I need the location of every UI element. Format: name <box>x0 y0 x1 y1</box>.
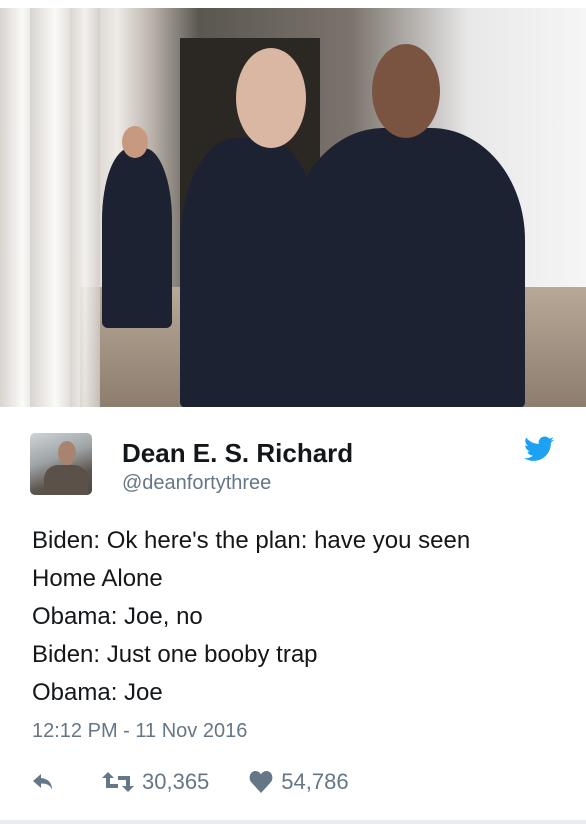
tweet-line: Biden: Just one booby trap <box>32 641 318 668</box>
photo-person-obama <box>290 128 525 407</box>
bottom-divider <box>0 820 586 824</box>
tweet-line: Home Alone <box>32 565 163 592</box>
retweet-count: 30,365 <box>142 769 210 794</box>
retweet-icon <box>102 772 134 792</box>
action-bar: 30,365 54,786 <box>32 768 349 796</box>
tweet-line: Obama: Joe, no <box>32 603 203 630</box>
avatar[interactable] <box>30 433 92 495</box>
timestamp[interactable]: 12:12 PM - 11 Nov 2016 <box>32 720 247 743</box>
author-name[interactable]: Dean E. S. Richard <box>122 438 353 469</box>
photo-person-background <box>102 148 172 328</box>
like-button[interactable]: 54,786 <box>249 769 349 795</box>
tweet-line: Obama: Joe <box>32 679 163 706</box>
tweet-photo[interactable] <box>0 8 586 407</box>
retweet-button[interactable]: 30,365 <box>102 769 209 795</box>
photo-head <box>122 126 148 158</box>
tweet-line: Biden: Ok here's the plan: have you seen <box>32 527 471 554</box>
author-handle[interactable]: @deanfortythree <box>122 472 271 495</box>
photo-head <box>372 44 440 138</box>
photo-head <box>236 48 306 148</box>
like-count: 54,786 <box>281 769 349 794</box>
tweet-text: Biden: Ok here's the plan: have you seen… <box>32 522 470 712</box>
heart-icon <box>249 771 273 793</box>
photo-column <box>70 8 100 407</box>
reply-icon[interactable] <box>32 772 56 792</box>
twitter-bird-icon <box>524 436 554 461</box>
